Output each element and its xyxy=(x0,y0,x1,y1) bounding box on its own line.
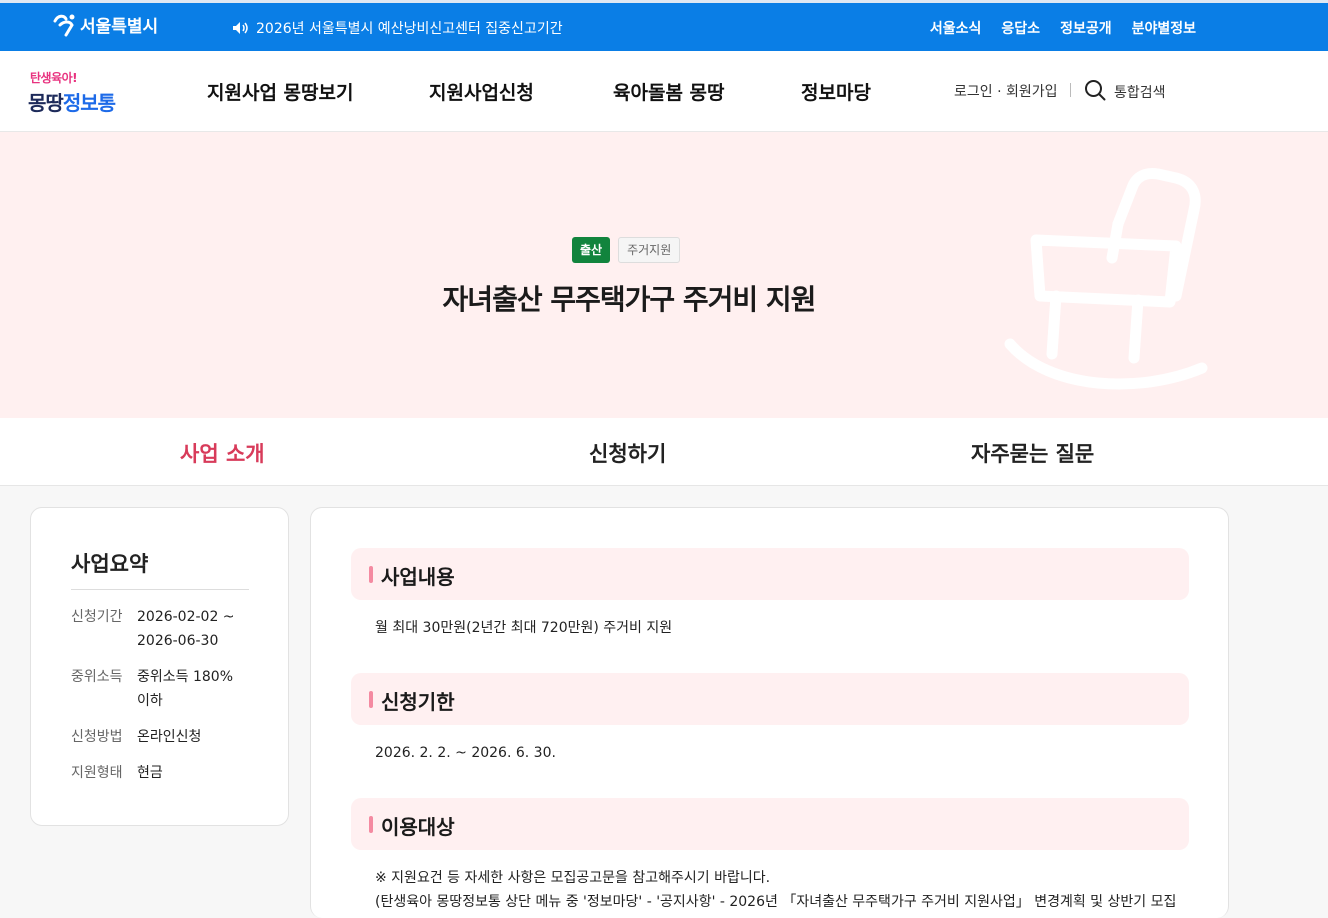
section-marker xyxy=(369,816,373,833)
util-seoul-news[interactable]: 서울소식 xyxy=(930,18,982,38)
top-bar: 서울특별시 2026년 서울특별시 예산낭비신고센터 집중신고기간 서울소식 응… xyxy=(0,0,1328,51)
utility-menu: 서울소식 응답소 정보공개 분야별정보 xyxy=(930,18,1196,38)
section-header-deadline: 신청기한 xyxy=(351,673,1189,725)
badge-birth: 출산 xyxy=(572,237,611,263)
section-body-target-note: (탄생육아 몽땅정보통 상단 메뉴 중 '정보마당' - '공지사항' - 20… xyxy=(375,894,1177,910)
gnb-info[interactable]: 정보마당 xyxy=(801,78,871,105)
summary-title: 사업요약 xyxy=(71,552,149,576)
login-link[interactable]: 로그인 · 회원가입 xyxy=(954,81,1058,101)
gnb-support-apply[interactable]: 지원사업신청 xyxy=(429,78,534,105)
summary-card: 사업요약 신청기간 2026-02-02 ~ 2026-06-30 중위소득 중… xyxy=(30,507,289,826)
header-divider xyxy=(1070,83,1071,97)
gnb-support-all[interactable]: 지원사업 몽땅보기 xyxy=(207,78,353,105)
notice-text: 2026년 서울특별시 예산낭비신고센터 집중신고기간 xyxy=(256,21,563,37)
section-header-content: 사업내용 xyxy=(351,548,1189,600)
seoul-logo-text: 서울특별시 xyxy=(80,17,159,37)
summary-divider xyxy=(71,589,249,590)
hero-banner: 출산 주거지원 자녀출산 무주택가구 주거비 지원 xyxy=(0,132,1328,418)
section-marker xyxy=(369,566,373,583)
notice-banner[interactable]: 2026년 서울특별시 예산낭비신고센터 집중신고기간 xyxy=(232,18,563,38)
section-header-target: 이용대상 xyxy=(351,798,1189,850)
gnb-childcare[interactable]: 육아돌봄 몽땅 xyxy=(613,78,725,105)
search-button[interactable]: 통합검색 xyxy=(1084,79,1166,105)
section-body-content: 월 최대 30만원(2년간 최대 720만원) 주거비 지원 xyxy=(375,620,673,636)
tab-business-intro[interactable]: 사업 소개 xyxy=(180,438,265,468)
search-icon xyxy=(1084,79,1106,105)
seoul-logo-icon xyxy=(52,13,76,37)
util-eungdapso[interactable]: 응답소 xyxy=(1001,18,1040,38)
section-body-target: ※ 지원요건 등 자세한 사항은 모집공고문을 참고해주시기 바랍니다. xyxy=(375,870,771,886)
seoul-logo[interactable]: 서울특별시 xyxy=(52,12,158,37)
badge-housing: 주거지원 xyxy=(618,237,681,263)
speaker-icon xyxy=(232,21,250,35)
tab-faq[interactable]: 자주묻는 질문 xyxy=(971,438,1094,468)
section-body-deadline: 2026. 2. 2. ~ 2026. 6. 30. xyxy=(375,745,556,761)
section-marker xyxy=(369,691,373,708)
rocking-chair-icon xyxy=(1004,168,1208,390)
summary-row-type: 지원형태 현금 xyxy=(71,765,163,781)
summary-row-income: 중위소득 중위소득 180% 이하 xyxy=(71,669,233,709)
detail-card: 사업내용 월 최대 30만원(2년간 최대 720만원) 주거비 지원 신청기한… xyxy=(310,507,1229,918)
site-header: 탄생육아! 몽땅정보통 지원사업 몽땅보기 지원사업신청 육아돌봄 몽땅 정보마… xyxy=(0,51,1328,132)
content-tabs: 사업 소개 신청하기 자주묻는 질문 xyxy=(0,418,1328,486)
summary-row-method: 신청방법 온라인신청 xyxy=(71,729,202,745)
util-info-disclosure[interactable]: 정보공개 xyxy=(1060,18,1112,38)
util-field-info[interactable]: 분야별정보 xyxy=(1132,18,1196,38)
search-label: 통합검색 xyxy=(1114,85,1166,101)
category-badges: 출산 주거지원 xyxy=(572,237,681,263)
summary-row-period: 신청기간 2026-02-02 ~ 2026-06-30 xyxy=(71,609,235,649)
tab-apply[interactable]: 신청하기 xyxy=(589,438,666,468)
